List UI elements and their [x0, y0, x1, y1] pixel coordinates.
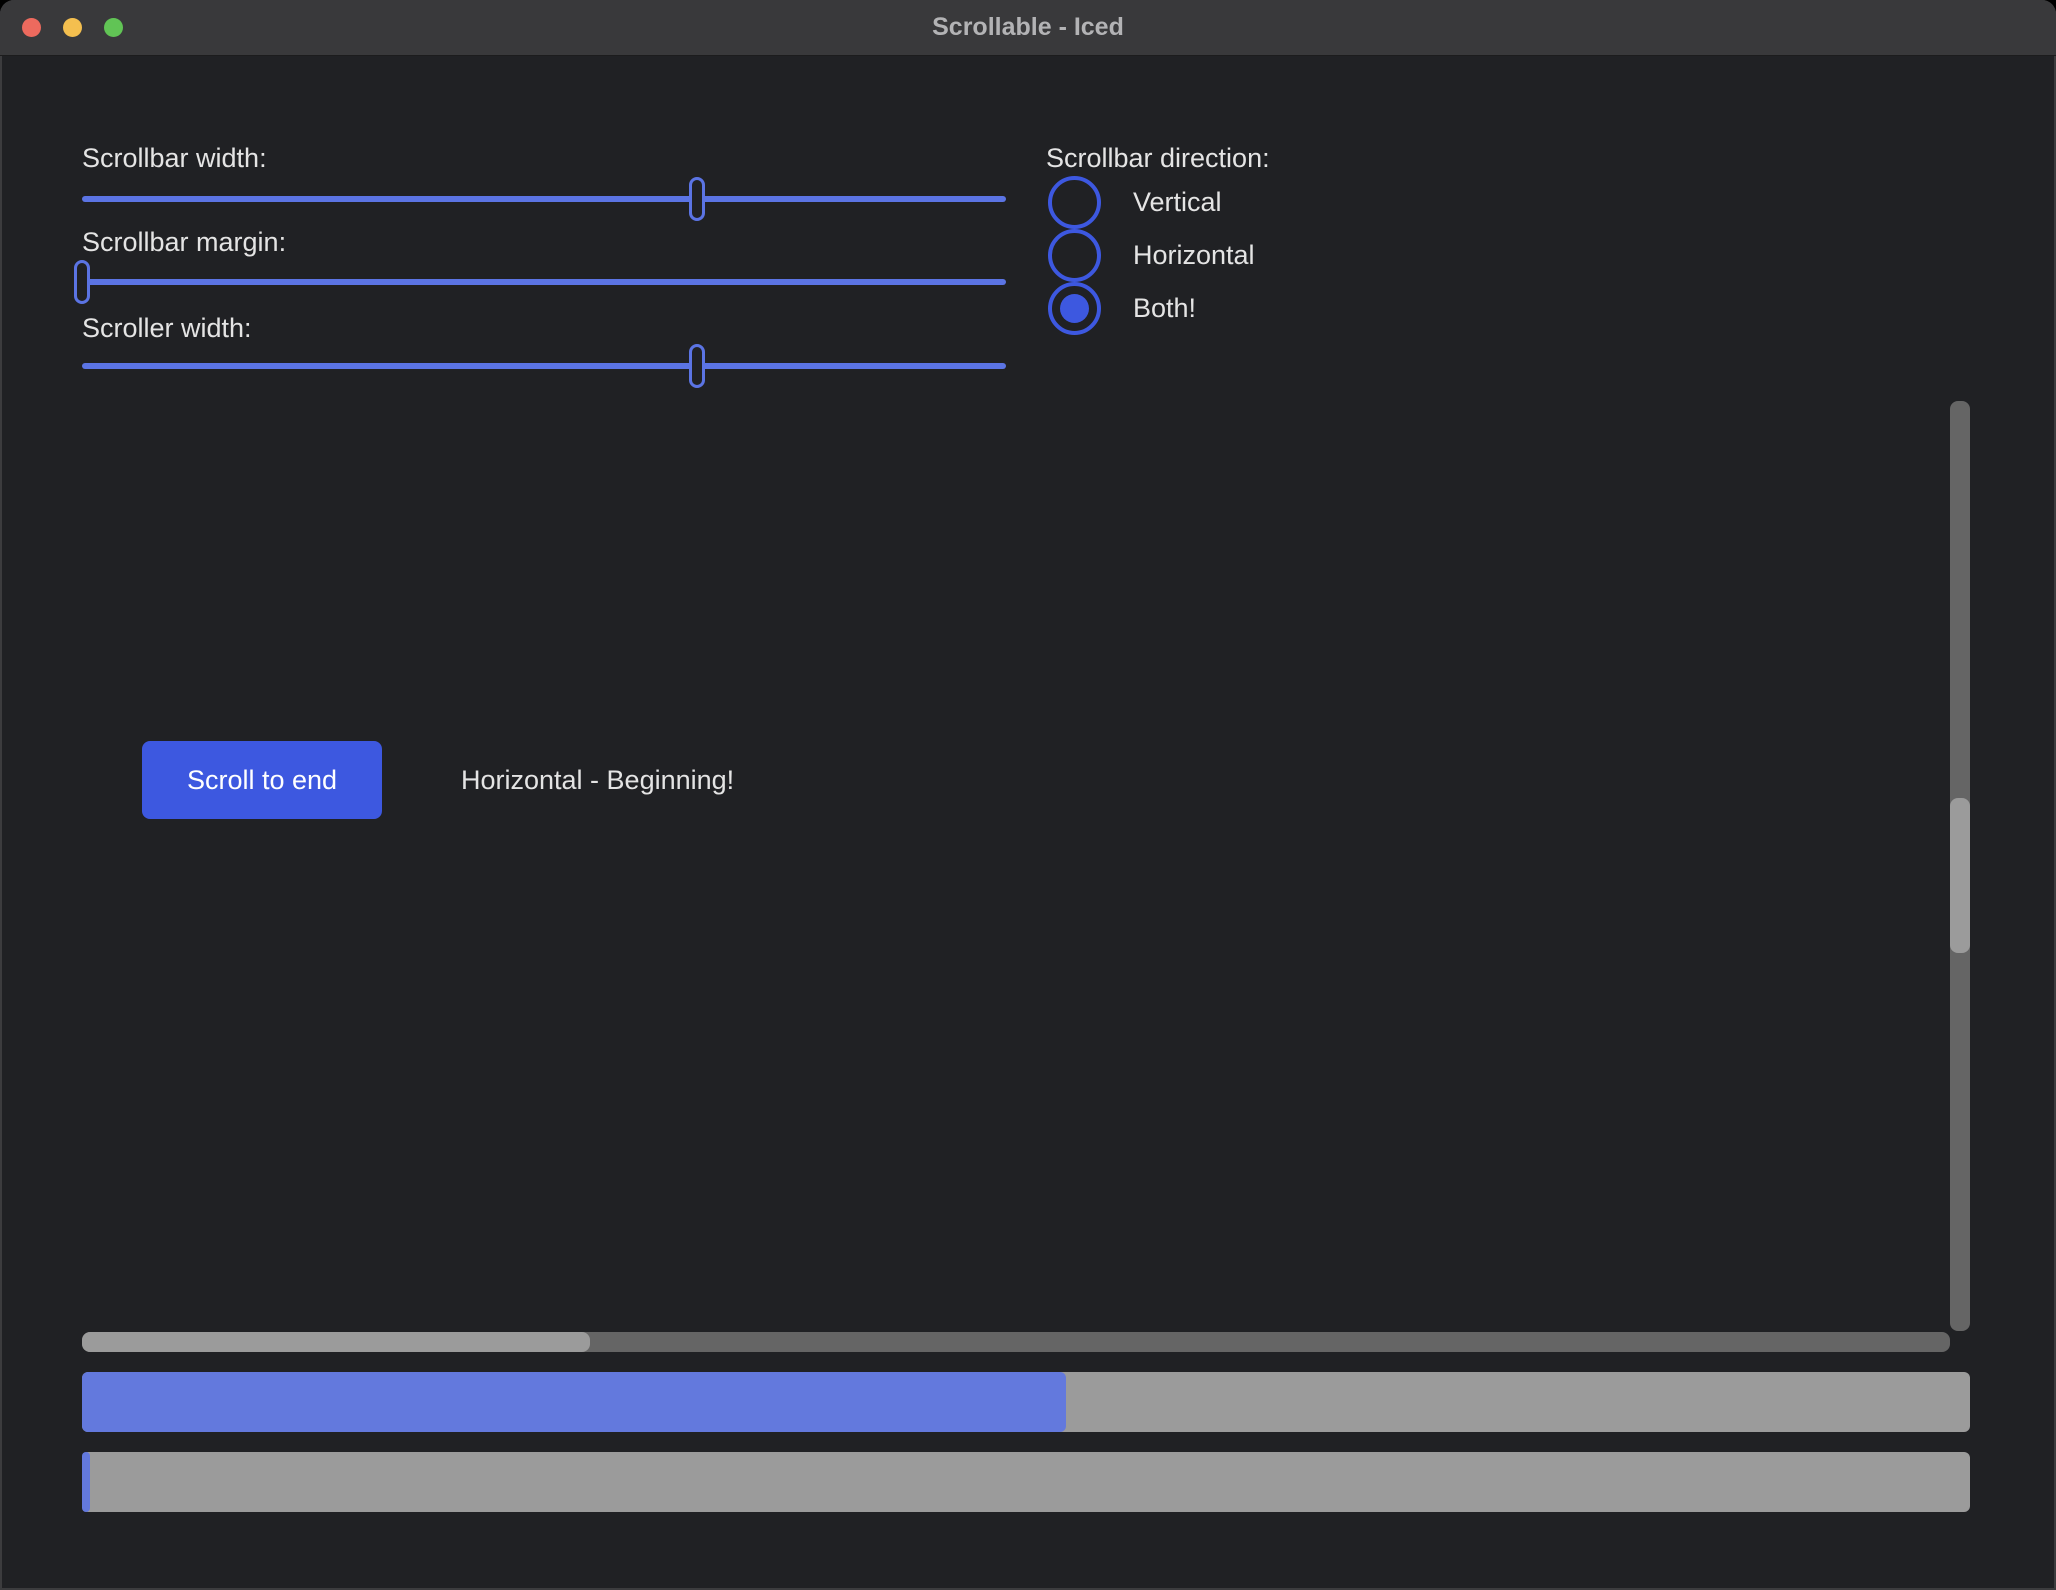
scroller-width-label: Scroller width:	[82, 310, 252, 346]
scroll-status-text: Horizontal - Beginning!	[461, 743, 734, 817]
horizontal-scrollbar-track[interactable]	[82, 1332, 1950, 1352]
progress-fill	[82, 1372, 1066, 1432]
radio-vertical[interactable]: Vertical	[1048, 176, 1222, 229]
scroller-width-slider[interactable]	[82, 344, 1006, 388]
vertical-scrollbar-thumb[interactable]	[1950, 798, 1970, 953]
scrollbar-direction-label: Scrollbar direction:	[1046, 140, 1270, 176]
radio-vertical-label: Vertical	[1133, 187, 1222, 218]
scroll-to-end-button[interactable]: Scroll to end	[142, 741, 382, 819]
scrollbar-width-label: Scrollbar width:	[82, 140, 267, 176]
scrollbar-margin-label: Scrollbar margin:	[82, 224, 286, 260]
radio-circle-icon[interactable]	[1048, 176, 1101, 229]
app-window: Scrollable - Iced Scrollbar width: Scrol…	[0, 0, 2056, 1590]
titlebar: Scrollable - Iced	[0, 0, 2056, 56]
slider-handle[interactable]	[689, 177, 705, 221]
radio-dot-icon	[1060, 294, 1089, 323]
radio-both-label: Both!	[1133, 293, 1196, 324]
slider-rail[interactable]	[82, 196, 1006, 202]
slider-handle[interactable]	[689, 344, 705, 388]
horizontal-scrollbar-thumb[interactable]	[82, 1332, 590, 1352]
scrollbar-width-slider[interactable]	[82, 177, 1006, 221]
radio-both[interactable]: Both!	[1048, 282, 1196, 335]
slider-rail[interactable]	[82, 363, 1006, 369]
window-title: Scrollable - Iced	[0, 0, 2056, 55]
horizontal-progress-bar	[82, 1372, 1970, 1432]
progress-fill	[82, 1452, 90, 1512]
scrollbar-margin-slider[interactable]	[82, 260, 1006, 304]
vertical-progress-bar	[82, 1452, 1970, 1512]
radio-horizontal[interactable]: Horizontal	[1048, 229, 1255, 282]
radio-horizontal-label: Horizontal	[1133, 240, 1255, 271]
slider-handle[interactable]	[74, 260, 90, 304]
slider-rail[interactable]	[82, 279, 1006, 285]
radio-circle-icon[interactable]	[1048, 282, 1101, 335]
vertical-scrollbar-track[interactable]	[1950, 401, 1970, 1331]
radio-circle-icon[interactable]	[1048, 229, 1101, 282]
